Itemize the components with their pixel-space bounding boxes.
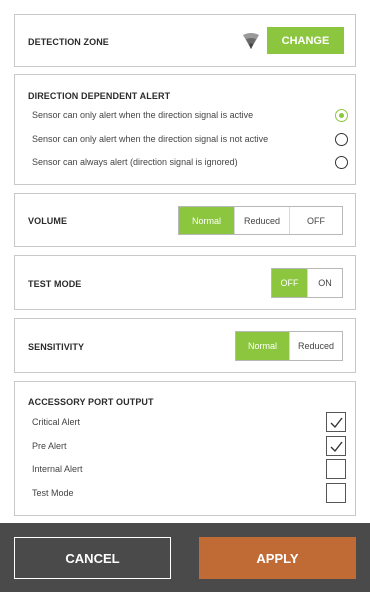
screen: DETECTION ZONE CHANGE DIRECTION DEPENDEN… <box>0 0 370 592</box>
test-mode-option-on[interactable]: ON <box>307 269 342 297</box>
radio-button-selected[interactable] <box>335 109 348 122</box>
test-mode-card: TEST MODE OFF ON <box>14 255 356 310</box>
direction-alert-card: DIRECTION DEPENDENT ALERT Sensor can onl… <box>14 74 356 185</box>
volume-card: VOLUME Normal Reduced OFF <box>14 193 356 247</box>
sensitivity-segmented-control: Normal Reduced <box>235 331 343 361</box>
detection-zone-title: DETECTION ZONE <box>28 37 109 47</box>
radio-button[interactable] <box>335 133 348 146</box>
accessory-item-test-mode[interactable]: Test Mode <box>32 483 346 505</box>
change-button[interactable]: CHANGE <box>267 27 344 54</box>
checkmark-icon <box>330 417 343 429</box>
detection-zone-icon <box>241 31 261 51</box>
sensitivity-option-reduced[interactable]: Reduced <box>289 332 342 360</box>
test-mode-title: TEST MODE <box>28 279 82 289</box>
volume-option-reduced[interactable]: Reduced <box>234 207 289 234</box>
checkbox-label: Critical Alert <box>32 417 81 427</box>
direction-option-always[interactable]: Sensor can always alert (direction signa… <box>32 154 348 172</box>
checkmark-icon <box>330 441 343 453</box>
checkbox[interactable] <box>326 483 346 503</box>
radio-label: Sensor can only alert when the direction… <box>32 134 269 144</box>
checkbox-checked[interactable] <box>326 412 346 432</box>
volume-segmented-control: Normal Reduced OFF <box>178 206 343 235</box>
test-mode-option-off[interactable]: OFF <box>272 269 307 297</box>
radio-button[interactable] <box>335 156 348 169</box>
volume-title: VOLUME <box>28 216 68 226</box>
detection-zone-card: DETECTION ZONE CHANGE <box>14 14 356 67</box>
accessory-item-pre-alert[interactable]: Pre Alert <box>32 436 346 458</box>
direction-option-active[interactable]: Sensor can only alert when the direction… <box>32 107 348 125</box>
checkbox-label: Pre Alert <box>32 441 67 451</box>
accessory-item-critical-alert[interactable]: Critical Alert <box>32 412 346 434</box>
sensitivity-option-normal[interactable]: Normal <box>236 332 289 360</box>
direction-alert-title: DIRECTION DEPENDENT ALERT <box>28 91 171 101</box>
volume-option-normal[interactable]: Normal <box>179 207 234 234</box>
accessory-port-title: ACCESSORY PORT OUTPUT <box>28 397 154 407</box>
checkbox[interactable] <box>326 459 346 479</box>
accessory-port-card: ACCESSORY PORT OUTPUT Critical Alert Pre… <box>14 381 356 516</box>
sensitivity-title: SENSITIVITY <box>28 342 85 352</box>
checkbox-checked[interactable] <box>326 436 346 456</box>
radio-label: Sensor can only alert when the direction… <box>32 110 254 120</box>
radio-label: Sensor can always alert (direction signa… <box>32 157 238 167</box>
volume-option-off[interactable]: OFF <box>289 207 342 234</box>
footer-bar: CANCEL APPLY <box>0 523 370 592</box>
apply-button[interactable]: APPLY <box>199 537 356 579</box>
direction-option-not-active[interactable]: Sensor can only alert when the direction… <box>32 131 348 149</box>
checkbox-label: Test Mode <box>32 488 74 498</box>
cancel-button[interactable]: CANCEL <box>14 537 171 579</box>
accessory-item-internal-alert[interactable]: Internal Alert <box>32 459 346 481</box>
checkbox-label: Internal Alert <box>32 464 83 474</box>
test-mode-toggle: OFF ON <box>271 268 343 298</box>
sensitivity-card: SENSITIVITY Normal Reduced <box>14 318 356 373</box>
